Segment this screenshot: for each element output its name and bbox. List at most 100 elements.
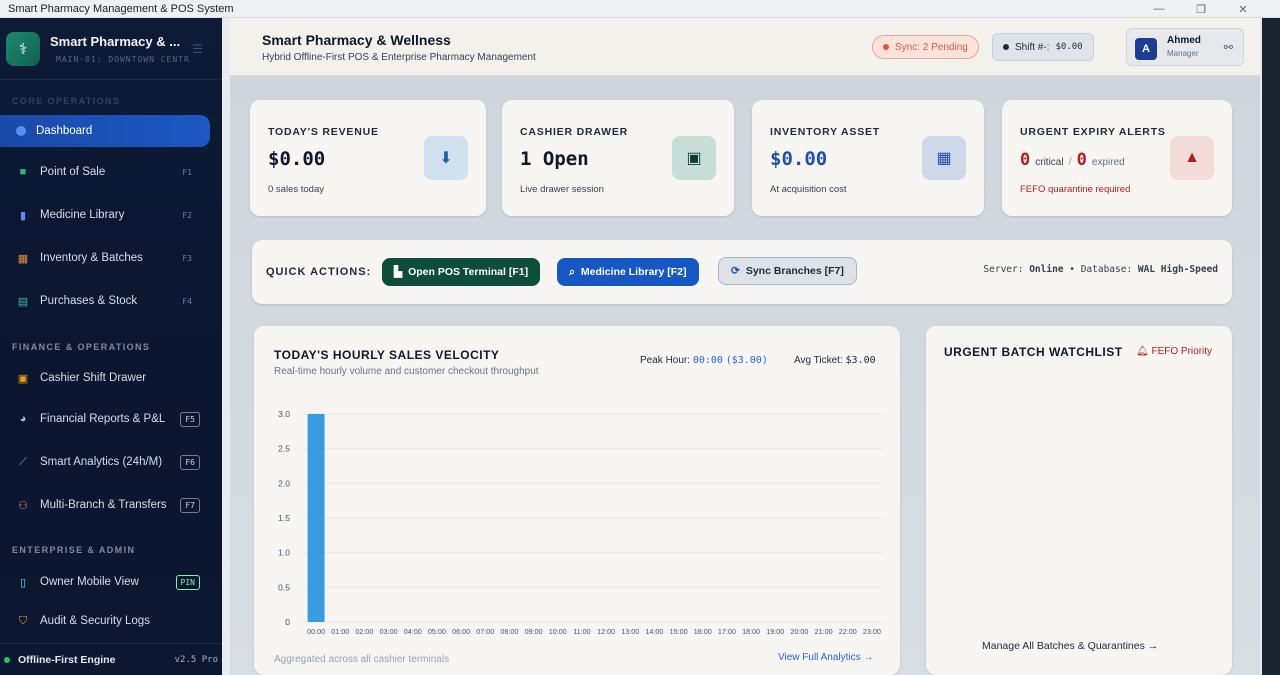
y-tick-label: 3.0 bbox=[278, 409, 290, 419]
fefo-priority: 🔔︎ FEFO Priority bbox=[1136, 346, 1212, 357]
sync-branches-button[interactable]: ⟳ Sync Branches [F7] bbox=[718, 257, 857, 285]
y-tick-label: 0 bbox=[285, 617, 290, 627]
shortcut-key: F4 bbox=[182, 296, 192, 306]
pharmacy-logo-icon: ⚕ bbox=[6, 31, 40, 66]
revenue-value: $0.00 bbox=[268, 148, 326, 170]
sales-velocity-chart: 0 0.5 1.0 1.5 2.0 2.5 3.0 00:00 01:00 02:00 03:00 0… bbox=[278, 409, 884, 636]
truck-icon: ▤ bbox=[17, 295, 29, 308]
sync-dot bbox=[883, 44, 889, 50]
network-icon: ⚇ bbox=[18, 499, 28, 512]
pie-chart-icon: ◕ bbox=[19, 413, 27, 425]
user-menu[interactable]: A Ahmed Manager ⚯ bbox=[1126, 28, 1244, 66]
section-core: CORE OPERATIONS bbox=[12, 96, 121, 106]
sync-branches-label: Sync Branches [F7] bbox=[745, 265, 844, 277]
x-tick-label: 14:00 bbox=[645, 627, 663, 636]
shortcut-key: F3 bbox=[182, 253, 192, 263]
avg-value: $3.00 bbox=[845, 355, 876, 366]
x-tick-label: 01:00 bbox=[331, 627, 349, 636]
watchlist-title: URGENT BATCH WATCHLIST bbox=[944, 345, 1123, 359]
y-tick-label: 2.0 bbox=[278, 478, 290, 488]
main-area: Smart Pharmacy & Wellness Hybrid Offline… bbox=[222, 18, 1262, 675]
sync-status-button[interactable]: Sync: 2 Pending bbox=[872, 35, 979, 59]
book-icon: ▮ bbox=[19, 209, 27, 222]
section-finance: FINANCE & OPERATIONS bbox=[12, 342, 151, 352]
shortcut-badge: F5 bbox=[180, 411, 200, 427]
collapse-icon[interactable]: ☰ bbox=[192, 42, 203, 56]
user-name: Ahmed bbox=[1167, 35, 1201, 46]
sidebar-item-point-of-sale[interactable]: ■ Point of Sale F1 bbox=[0, 156, 222, 188]
user-switch-icon[interactable]: ⚯ bbox=[1224, 41, 1233, 54]
open-pos-button[interactable]: ▙ Open POS Terminal [F1] bbox=[382, 258, 541, 286]
sidebar-item-label: Financial Reports & P&L bbox=[40, 413, 166, 425]
view-analytics-link[interactable]: View Full Analytics → bbox=[778, 652, 873, 663]
sidebar-item-purchases[interactable]: ▤ Purchases & Stock F4 bbox=[0, 285, 222, 317]
sync-label: Sync: 2 Pending bbox=[895, 41, 968, 53]
shift-status-button[interactable]: Shift #-: $0.00 bbox=[992, 33, 1094, 61]
chart-title: TODAY'S HOURLY SALES VELOCITY bbox=[274, 348, 500, 362]
x-tick-label: 04:00 bbox=[404, 627, 422, 636]
expiry-sub: FEFO quarantine required bbox=[1020, 184, 1131, 195]
drawer-icon: ▣ bbox=[17, 372, 29, 385]
x-tick-label: 10:00 bbox=[549, 627, 567, 636]
minimize-icon[interactable]: — bbox=[1152, 3, 1166, 15]
sidebar-item-audit-logs[interactable]: ⛉ Audit & Security Logs bbox=[0, 605, 222, 637]
sidebar-item-inventory[interactable]: ▦ Inventory & Batches F3 bbox=[0, 242, 222, 274]
sidebar-item-financial-reports[interactable]: ◕ Financial Reports & P&L F5 bbox=[0, 403, 222, 435]
x-tick-label: 17:00 bbox=[718, 627, 736, 636]
terminal-icon: ▙ bbox=[394, 266, 403, 278]
peak-hour: Peak Hour: 00:00 ($3.00) bbox=[640, 355, 768, 366]
sidebar-item-multi-branch[interactable]: ⚇ Multi-Branch & Transfers F7 bbox=[0, 489, 222, 521]
bar[interactable] bbox=[307, 414, 325, 622]
engine-label: Offline-First Engine bbox=[18, 653, 116, 666]
server-status: Server: Online • Database: WAL High-Spee… bbox=[983, 264, 1218, 275]
inventory-value: $0.00 bbox=[770, 148, 828, 170]
x-tick-label: 07:00 bbox=[476, 627, 494, 636]
x-tick-label: 11:00 bbox=[573, 627, 590, 636]
x-tick-label: 13:00 bbox=[621, 627, 639, 636]
quick-actions-label: QUICK ACTIONS: bbox=[266, 266, 372, 278]
shortcut-key: F2 bbox=[182, 210, 192, 220]
x-tick-label: 22:00 bbox=[839, 627, 857, 636]
sidebar-item-label: Dashboard bbox=[36, 125, 93, 137]
x-tick-label: 23:00 bbox=[863, 627, 881, 636]
window-controls: — ❐ ✕ bbox=[1152, 0, 1250, 18]
sidebar-item-smart-analytics[interactable]: ⟋ Smart Analytics (24h/M) F6 bbox=[0, 446, 222, 478]
count-separator: / bbox=[1068, 156, 1072, 168]
search-icon: ⌕ bbox=[569, 265, 575, 278]
mobile-icon: ▯ bbox=[19, 576, 27, 589]
batch-watchlist-card: URGENT BATCH WATCHLIST 🔔︎ FEFO Priority … bbox=[926, 326, 1232, 675]
page-subtitle: Hybrid Offline-First POS & Enterprise Ph… bbox=[262, 52, 536, 63]
drawer-label: CASHIER DRAWER bbox=[520, 126, 629, 138]
x-tick-label: 21:00 bbox=[815, 627, 833, 636]
peak-amount: ($3.00) bbox=[725, 355, 768, 366]
sidebar-item-medicine-library[interactable]: ▮ Medicine Library F2 bbox=[0, 199, 222, 231]
drawer-card: CASHIER DRAWER 1 Open Live drawer sessio… bbox=[502, 100, 734, 216]
y-tick-label: 1.5 bbox=[278, 513, 290, 523]
revenue-sub: 0 sales today bbox=[268, 184, 324, 195]
x-tick-label: 19:00 bbox=[766, 627, 784, 636]
manage-batches-link[interactable]: Manage All Batches & Quarantines → bbox=[982, 640, 1158, 652]
window-titlebar: Smart Pharmacy Management & POS System —… bbox=[0, 0, 1280, 18]
close-icon[interactable]: ✕ bbox=[1236, 3, 1250, 16]
x-tick-label: 15:00 bbox=[670, 627, 688, 636]
medicine-library-button[interactable]: ⌕ Medicine Library [F2] bbox=[557, 258, 699, 286]
sidebar-item-label: Inventory & Batches bbox=[40, 252, 143, 264]
maximize-icon[interactable]: ❐ bbox=[1194, 3, 1208, 16]
y-tick-label: 1.0 bbox=[278, 548, 290, 558]
sidebar-item-dashboard[interactable]: Dashboard bbox=[0, 115, 210, 147]
cash-register-icon: ▣ bbox=[672, 136, 716, 180]
x-tick-label: 18:00 bbox=[742, 627, 760, 636]
sync-icon: ⟳ bbox=[731, 265, 740, 277]
sidebar-brand[interactable]: ⚕ Smart Pharmacy & ... MAIN-01: DOWNTOWN… bbox=[0, 18, 222, 80]
shortcut-badge: F7 bbox=[180, 497, 200, 513]
sidebar-item-cashier-shift[interactable]: ▣ Cashier Shift Drawer bbox=[0, 362, 222, 394]
bell-icon: 🔔︎ bbox=[1136, 346, 1149, 357]
sidebar: ⚕ Smart Pharmacy & ... MAIN-01: DOWNTOWN… bbox=[0, 18, 222, 675]
shift-value: $0.00 bbox=[1055, 42, 1083, 52]
avg-ticket: Avg Ticket: $3.00 bbox=[794, 355, 876, 366]
avg-label: Avg Ticket: bbox=[794, 355, 843, 366]
quick-actions-bar: QUICK ACTIONS: ▙ Open POS Terminal [F1] … bbox=[252, 240, 1232, 304]
sidebar-item-owner-mobile[interactable]: ▯ Owner Mobile View PIN bbox=[0, 566, 222, 598]
sidebar-item-label: Owner Mobile View bbox=[40, 576, 139, 588]
chart-subtitle: Real-time hourly volume and customer che… bbox=[274, 366, 539, 377]
